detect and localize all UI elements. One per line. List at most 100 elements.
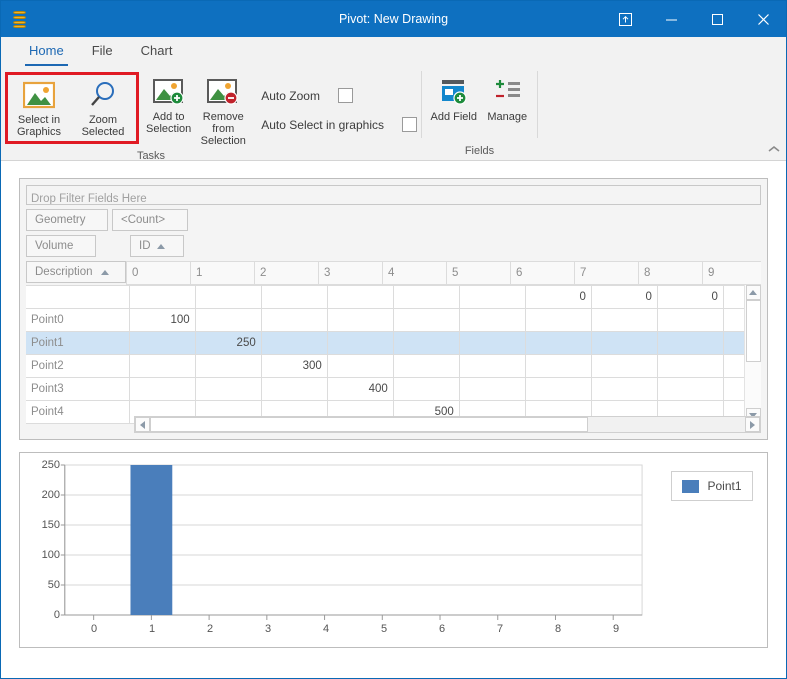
table-row[interactable]: 0 0 0: [26, 285, 761, 309]
cell[interactable]: [326, 285, 394, 309]
database-icon: [12, 10, 26, 28]
horizontal-scrollbar[interactable]: [134, 416, 761, 433]
cell[interactable]: [524, 377, 592, 401]
cell[interactable]: [458, 285, 526, 309]
col-header-6[interactable]: 6: [510, 261, 575, 285]
field-button-geometry[interactable]: Geometry: [26, 209, 108, 231]
cell-focused[interactable]: [128, 331, 196, 355]
scroll-right-button[interactable]: [745, 417, 760, 432]
cell[interactable]: [128, 377, 196, 401]
scroll-left-button[interactable]: [135, 417, 150, 432]
cell[interactable]: [458, 331, 526, 355]
maximize-button[interactable]: [694, 1, 740, 37]
cell[interactable]: 400: [326, 377, 394, 401]
cell[interactable]: [260, 285, 328, 309]
cell[interactable]: 300: [260, 354, 328, 378]
cell[interactable]: [458, 377, 526, 401]
col-header-3[interactable]: 3: [318, 261, 383, 285]
pivot-column-headers: 0 1 2 3 4 5 6 7 8 9: [126, 261, 761, 285]
vertical-scroll-thumb[interactable]: [745, 300, 761, 362]
cell[interactable]: [260, 308, 328, 332]
auto-select-checkbox[interactable]: [402, 117, 417, 132]
cell[interactable]: [128, 285, 196, 309]
cell[interactable]: [260, 377, 328, 401]
cell[interactable]: [392, 377, 460, 401]
manage-button[interactable]: Manage: [481, 72, 533, 126]
cell[interactable]: [590, 331, 658, 355]
col-header-4[interactable]: 4: [382, 261, 447, 285]
tab-file[interactable]: File: [78, 39, 127, 66]
cell[interactable]: [194, 354, 262, 378]
cell[interactable]: [656, 377, 724, 401]
add-field-icon: [439, 75, 469, 109]
close-button[interactable]: [740, 1, 786, 37]
col-header-5[interactable]: 5: [446, 261, 511, 285]
add-to-selection-button[interactable]: Add to Selection: [144, 72, 193, 138]
cell[interactable]: [194, 308, 262, 332]
cell[interactable]: 100: [128, 308, 196, 332]
cell[interactable]: [656, 354, 724, 378]
field-button-id[interactable]: ID: [130, 235, 184, 257]
cell[interactable]: [458, 308, 526, 332]
row-field-header[interactable]: Description: [26, 261, 126, 283]
table-row[interactable]: Point2 300: [26, 354, 761, 378]
col-header-1[interactable]: 1: [190, 261, 255, 285]
cell[interactable]: 250: [194, 331, 262, 355]
cell[interactable]: [458, 354, 526, 378]
cell[interactable]: 0: [656, 285, 724, 309]
col-header-2[interactable]: 2: [254, 261, 319, 285]
auto-select-label: Auto Select in graphics: [261, 117, 384, 132]
window-controls: [602, 1, 786, 37]
table-row[interactable]: Point1 250: [26, 331, 761, 355]
cell[interactable]: [326, 331, 394, 355]
ribbon-group-tasks: Select in Graphics Zoom Selected Add to …: [1, 66, 421, 162]
horizontal-scroll-thumb[interactable]: [150, 417, 588, 432]
row-label: Point3: [26, 377, 130, 401]
select-in-graphics-button[interactable]: Select in Graphics: [8, 75, 70, 141]
cell[interactable]: [392, 331, 460, 355]
cell[interactable]: [590, 354, 658, 378]
col-header-9[interactable]: 9: [702, 261, 761, 285]
cell[interactable]: [392, 354, 460, 378]
field-button-count[interactable]: <Count>: [112, 209, 188, 231]
pivot-data-table: 0 0 0 Point0 100 Point1 250 Point2 300 P…: [26, 285, 761, 424]
cell[interactable]: [128, 354, 196, 378]
cell[interactable]: 0: [590, 285, 658, 309]
cell[interactable]: [260, 331, 328, 355]
col-header-7[interactable]: 7: [574, 261, 639, 285]
zoom-selected-button[interactable]: Zoom Selected: [70, 75, 136, 141]
minimize-button[interactable]: [648, 1, 694, 37]
col-header-8[interactable]: 8: [638, 261, 703, 285]
col-header-0[interactable]: 0: [126, 261, 191, 285]
cell[interactable]: [326, 354, 394, 378]
zoom-selected-label: Zoom Selected: [81, 114, 125, 138]
filter-drop-area[interactable]: Drop Filter Fields Here: [26, 185, 761, 205]
cell[interactable]: [326, 308, 394, 332]
remove-from-selection-button[interactable]: Remove from Selection: [193, 72, 253, 150]
cell[interactable]: [524, 331, 592, 355]
cell[interactable]: [524, 308, 592, 332]
tab-chart[interactable]: Chart: [127, 39, 187, 66]
auto-zoom-checkbox[interactable]: [337, 88, 353, 103]
chevron-up-icon[interactable]: [768, 144, 780, 156]
select-in-graphics-label-1: Select in: [17, 114, 61, 126]
cell[interactable]: [194, 377, 262, 401]
cell[interactable]: [194, 285, 262, 309]
cell[interactable]: [590, 308, 658, 332]
cell[interactable]: [524, 354, 592, 378]
tab-home[interactable]: Home: [15, 39, 78, 66]
cell[interactable]: [392, 308, 460, 332]
field-button-volume[interactable]: Volume: [26, 235, 96, 257]
restore-up-button[interactable]: [602, 1, 648, 37]
cell[interactable]: 0: [524, 285, 592, 309]
scroll-up-button[interactable]: [745, 285, 761, 300]
cell[interactable]: [656, 331, 724, 355]
add-field-button[interactable]: Add Field: [426, 72, 481, 126]
table-row[interactable]: Point0 100: [26, 308, 761, 332]
manage-label: Manage: [487, 111, 528, 123]
cell[interactable]: [392, 285, 460, 309]
vertical-scrollbar[interactable]: [744, 285, 761, 423]
cell[interactable]: [590, 377, 658, 401]
table-row[interactable]: Point3 400: [26, 377, 761, 401]
cell[interactable]: [656, 308, 724, 332]
